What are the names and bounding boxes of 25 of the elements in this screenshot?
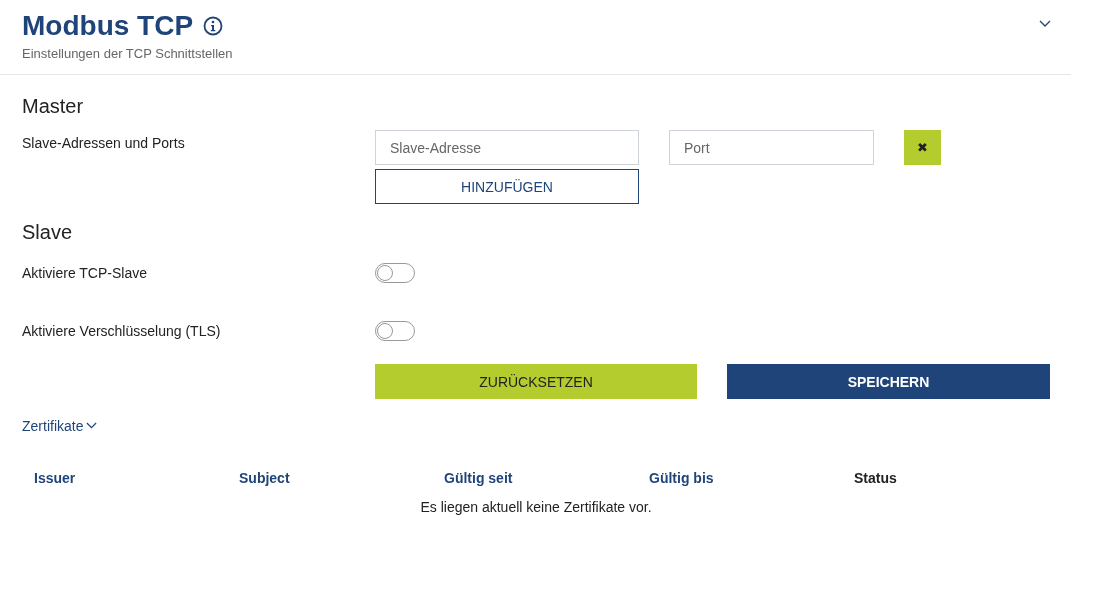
column-header[interactable]: Subject [239,470,444,486]
chevron-icon[interactable] [86,422,98,430]
column-header[interactable]: Gültig seit [444,470,649,486]
info-icon[interactable] [203,16,224,36]
empty-message: Es liegen aktuell keine Zertifikate vor. [419,499,653,515]
column-header[interactable]: Issuer [34,470,239,486]
page-subtitle: Einstellungen der TCP Schnittstellen [22,46,234,61]
toggle-switch[interactable] [375,263,415,283]
column-header: Status [854,470,898,486]
reset-button[interactable]: ZURÜCKSETZEN [375,364,697,399]
port-field[interactable]: Port [669,130,874,165]
address-field[interactable]: Slave-Adresse [375,130,639,165]
remove-button[interactable]: ✖ [904,130,941,165]
section-heading: Slave [22,221,74,244]
save-button[interactable]: SPEICHERN [727,364,1050,399]
field-label: Slave-Adressen und Ports [22,134,186,151]
toggle-switch[interactable] [375,321,415,341]
page-title: Modbus TCP [22,10,194,42]
toggle-label: Aktiviere TCP-Slave [22,265,148,281]
certificates-link[interactable]: Zertifikate [22,418,98,434]
section-heading: Master [22,95,85,118]
chevron-icon[interactable] [1039,19,1051,28]
toggle-label: Aktiviere Verschlüsselung (TLS) [22,323,222,339]
add-button[interactable]: HINZUFÜGEN [375,169,639,204]
column-header[interactable]: Gültig bis [649,470,854,486]
